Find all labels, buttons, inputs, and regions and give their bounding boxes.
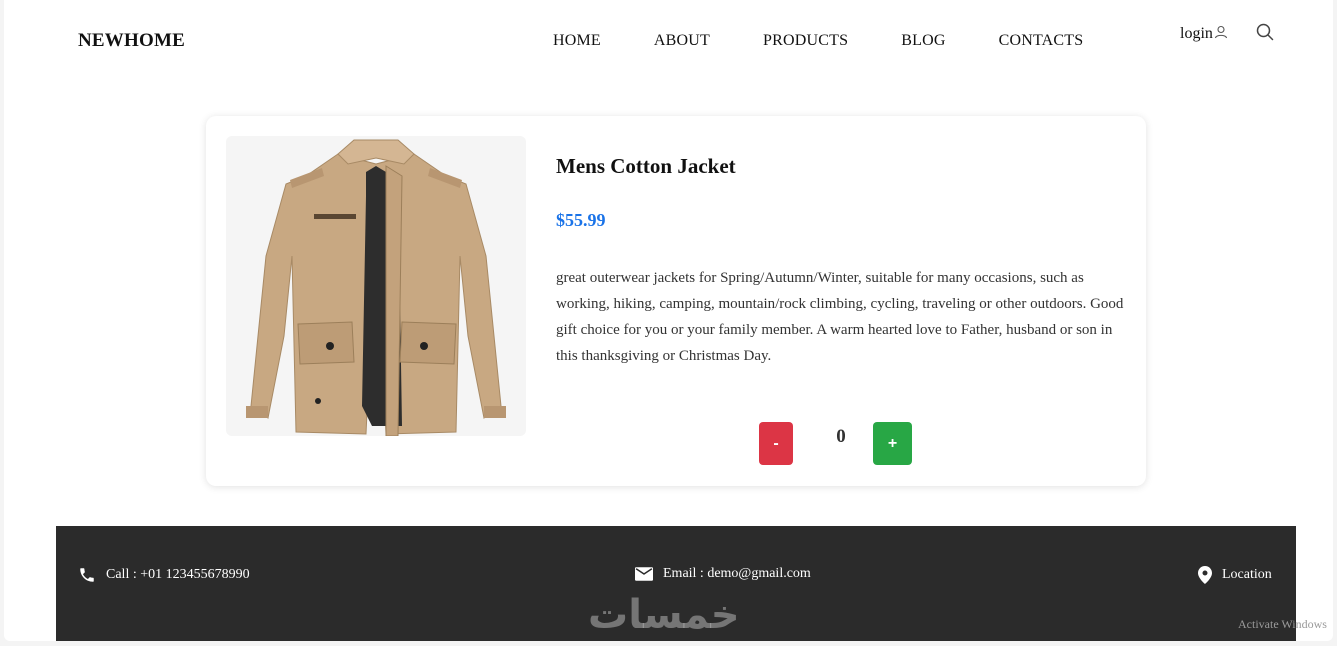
product-price: $55.99 [556, 210, 606, 230]
product-description: great outerwear jackets for Spring/Autum… [556, 270, 1124, 364]
footer-email-text: Email : demo@gmail.com [663, 566, 811, 581]
search-button[interactable] [1256, 23, 1274, 46]
nav-home[interactable]: HOME [553, 32, 601, 50]
increase-quantity-button[interactable]: + [873, 422, 912, 465]
main-nav: HOME ABOUT PRODUCTS BLOG CONTACTS [553, 32, 1083, 50]
nav-about[interactable]: ABOUT [654, 32, 710, 50]
mail-icon [635, 567, 653, 581]
search-icon [1256, 23, 1274, 41]
user-icon [1214, 25, 1227, 39]
product-image [226, 136, 526, 436]
footer-location[interactable]: Location [1198, 566, 1272, 584]
footer-location-text: Location [1222, 567, 1272, 582]
quantity-value: 0 [836, 426, 846, 447]
footer: Call : +01 123455678990 Email : demo@gma… [56, 526, 1296, 641]
watermark-logo: خمسات [588, 592, 740, 638]
product-title: Mens Cotton Jacket [556, 154, 736, 178]
nav-contacts[interactable]: CONTACTS [999, 32, 1084, 50]
location-pin-icon [1198, 566, 1212, 584]
product-card: Mens Cotton Jacket $55.99 great outerwea… [206, 116, 1146, 486]
footer-call[interactable]: Call : +01 123455678990 [78, 566, 250, 584]
phone-icon [80, 568, 94, 582]
footer-call-text: Call : +01 123455678990 [106, 567, 250, 582]
page: NEWHOME HOME ABOUT PRODUCTS BLOG CONTACT… [4, 0, 1333, 641]
decrease-quantity-button[interactable]: - [759, 422, 793, 465]
nav-products[interactable]: PRODUCTS [763, 32, 848, 50]
login-link[interactable]: login [1180, 25, 1228, 43]
site-logo[interactable]: NEWHOME [78, 30, 185, 52]
nav-blog[interactable]: BLOG [901, 32, 945, 50]
activate-windows-notice: Activate Windows [1238, 617, 1327, 631]
jacket-image [246, 139, 506, 436]
login-label: login [1180, 25, 1213, 42]
footer-email[interactable]: Email : demo@gmail.com [635, 566, 811, 582]
